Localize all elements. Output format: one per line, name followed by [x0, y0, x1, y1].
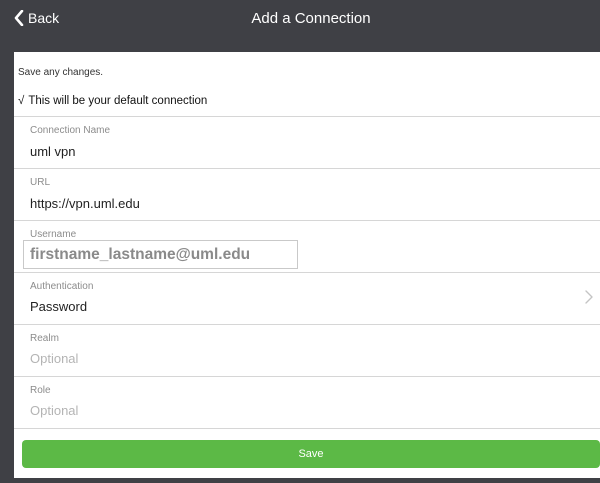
- divider: [14, 324, 600, 325]
- role-label: Role: [30, 385, 51, 396]
- divider: [14, 272, 600, 273]
- url-field[interactable]: https://vpn.uml.edu: [30, 196, 140, 211]
- page-title: Add a Connection: [251, 9, 371, 27]
- connection-name-label: Connection Name: [30, 125, 111, 136]
- navigation-bar: Back Add a Connection: [0, 0, 600, 52]
- role-field[interactable]: Optional: [30, 403, 78, 418]
- chevron-left-icon: [14, 10, 24, 26]
- divider: [14, 428, 600, 429]
- authentication-value[interactable]: Password: [30, 299, 87, 314]
- chevron-right-icon[interactable]: [585, 290, 593, 304]
- save-hint: Save any changes.: [18, 67, 104, 78]
- back-button[interactable]: Back: [14, 8, 59, 28]
- frame-left: [0, 52, 14, 483]
- divider: [14, 168, 600, 169]
- divider: [14, 116, 600, 117]
- connection-name-field[interactable]: uml vpn: [30, 144, 76, 159]
- frame-bottom: [0, 478, 600, 483]
- authentication-label: Authentication: [30, 281, 94, 292]
- realm-label: Realm: [30, 333, 59, 344]
- username-field[interactable]: firstname_lastname@uml.edu: [23, 240, 298, 269]
- divider: [14, 376, 600, 377]
- checkmark-icon: √: [18, 95, 25, 107]
- default-connection-row[interactable]: √ This will be your default connection: [18, 95, 207, 107]
- default-connection-text: This will be your default connection: [28, 95, 208, 107]
- realm-field[interactable]: Optional: [30, 351, 78, 366]
- back-label: Back: [28, 10, 60, 26]
- save-button[interactable]: Save: [22, 440, 600, 468]
- divider: [14, 220, 600, 221]
- nav-header: Back Add a Connection: [0, 0, 600, 36]
- url-label: URL: [30, 177, 51, 188]
- username-label: Username: [30, 229, 77, 240]
